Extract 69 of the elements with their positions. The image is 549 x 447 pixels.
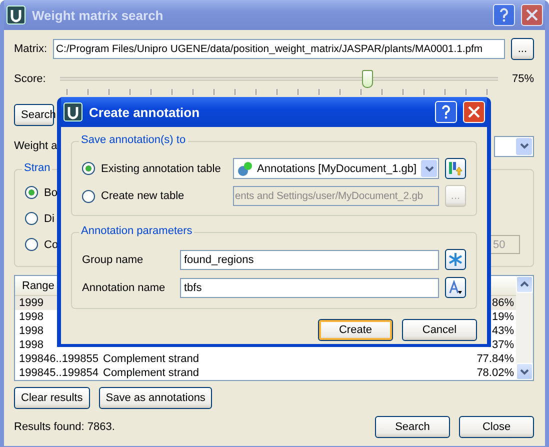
footer-button[interactable]: Close xyxy=(459,416,534,438)
annotation-table-combo[interactable]: Annotations [MyDocument_1.gb] xyxy=(233,158,439,179)
strand-legend: Stran xyxy=(22,162,52,174)
score-cell-text: 19% xyxy=(490,311,514,323)
dialog-button[interactable]: Create xyxy=(318,319,393,341)
radio-button[interactable] xyxy=(82,190,95,202)
matrix-path-field[interactable]: C:/Program Files/Unipro UGENE/data/position_weight_matrix/JASPAR/plants/MA0001.1.pfm xyxy=(53,39,505,59)
score-label: Score: xyxy=(14,73,46,85)
column-header: Range xyxy=(22,280,54,292)
action-button[interactable]: Clear results xyxy=(14,387,90,409)
chevron-icon xyxy=(520,368,529,374)
range-cell-text: 1998 xyxy=(18,311,44,323)
weight-combo[interactable] xyxy=(494,136,534,156)
save-legend: Save annotation(s) to xyxy=(79,134,188,146)
window-title: Weight matrix search xyxy=(32,8,164,22)
help-button[interactable] xyxy=(493,4,515,26)
range-cell-text: 199845..199854 xyxy=(18,367,99,379)
radio-label: Bo xyxy=(44,186,58,198)
radio-label: Di xyxy=(44,212,54,224)
range-cell-text: 1998 xyxy=(18,339,44,351)
range-cell-text: 199846..199855 xyxy=(18,353,99,365)
field-label: Group name xyxy=(82,254,144,266)
combo-value: Annotations [MyDocument_1.gb] xyxy=(257,162,417,174)
app-logo-icon xyxy=(63,102,83,122)
results-count: Results found: 7863. xyxy=(14,421,115,433)
dialog-title: Create annotation xyxy=(89,104,201,120)
text-field[interactable]: tbfs xyxy=(180,278,439,298)
chevron-icon xyxy=(520,143,528,149)
weight-label: Weight a xyxy=(14,140,58,152)
radio-button[interactable] xyxy=(25,238,38,251)
browse-button[interactable]: ... xyxy=(510,38,534,60)
score-cell-text: 37% xyxy=(490,339,514,351)
chevron-icon xyxy=(424,166,434,172)
close-icon xyxy=(468,106,480,118)
matrix-label: Matrix: xyxy=(14,43,47,55)
strand-cell-text: Complement strand xyxy=(102,353,200,365)
score-cell-text: 43% xyxy=(490,325,514,337)
radio-label: Create new table xyxy=(101,190,186,202)
app-logo-icon xyxy=(6,5,26,25)
chevron-icon xyxy=(520,282,529,288)
radio-button[interactable] xyxy=(25,212,38,225)
params-legend: Annotation parameters xyxy=(79,225,194,237)
dialog-button[interactable]: Cancel xyxy=(402,319,477,341)
score-slider-thumb[interactable] xyxy=(362,70,373,88)
snowflake-icon[interactable] xyxy=(445,249,466,270)
radio-button[interactable] xyxy=(82,162,95,175)
range-cell-text: 1999 xyxy=(18,297,44,309)
range-cell-text: 1998 xyxy=(18,325,44,337)
action-button[interactable]: Save as annotations xyxy=(98,387,212,409)
font-icon[interactable] xyxy=(445,277,466,298)
strand-cell-text: Complement strand xyxy=(102,367,200,379)
close-button[interactable] xyxy=(463,101,485,123)
radio-button[interactable] xyxy=(25,186,38,199)
close-button[interactable] xyxy=(521,4,543,26)
footer-button[interactable]: Search xyxy=(375,416,450,438)
score-cell-text: 78.02% xyxy=(476,367,514,379)
spheres-icon xyxy=(237,160,253,176)
radio-label: Existing annotation table xyxy=(101,162,222,174)
score-cell-text: 86% xyxy=(490,297,514,309)
question-mark-icon xyxy=(499,8,509,22)
field-label: Annotation name xyxy=(82,282,166,294)
score-value: 75% xyxy=(512,73,534,85)
close-icon xyxy=(526,9,538,21)
text-field[interactable]: found_regions xyxy=(180,250,439,270)
question-mark-icon xyxy=(441,105,451,119)
table-up-icon[interactable] xyxy=(445,158,466,179)
help-button[interactable] xyxy=(435,101,457,123)
score-cell-text: 77.84% xyxy=(476,353,514,365)
scrollbar[interactable] xyxy=(516,276,533,380)
